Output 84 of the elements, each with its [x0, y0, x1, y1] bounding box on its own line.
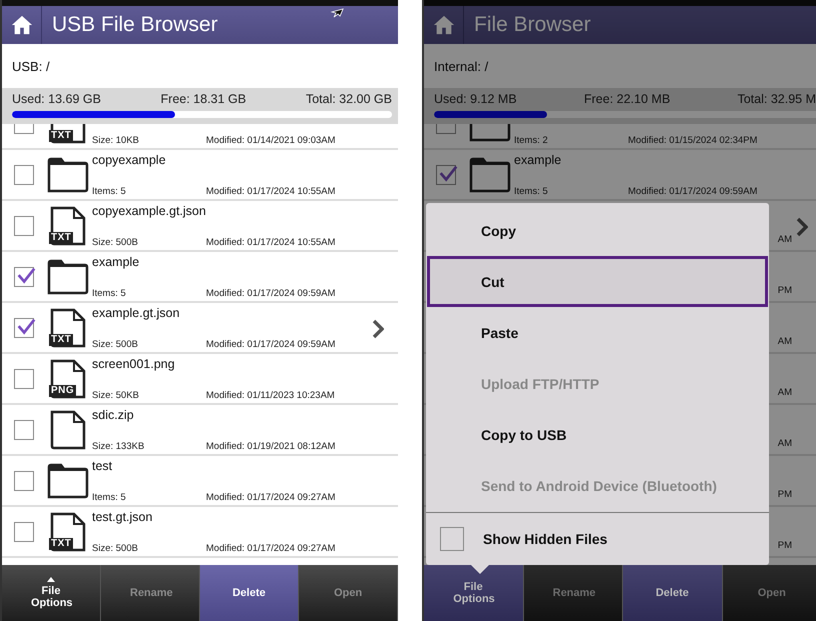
modified-text: AM — [778, 336, 792, 347]
chevron-icon[interactable] — [372, 319, 384, 339]
checkbox[interactable] — [14, 216, 34, 236]
path-label: USB: / — [12, 58, 50, 74]
modified-text: PM — [778, 540, 792, 551]
modified-text: Modified: 01/17/2024 10:55AM — [206, 186, 336, 196]
path-label: Internal: / — [434, 58, 488, 74]
file-detail: Items: 5 — [92, 492, 127, 502]
action-button[interactable]: Delete — [200, 565, 299, 621]
modified-text: PM — [778, 489, 792, 500]
modified-text: Modified: 01/17/2024 09:27AM — [206, 492, 336, 502]
total-label: Total: 32.95 M — [737, 92, 816, 106]
file-row[interactable]: test Items: 5 Modified: 01/17/2024 09:27AM — [2, 456, 398, 507]
modified-text: PM — [778, 285, 792, 296]
file-detail: Size: 50KB — [92, 390, 140, 400]
file-name: example — [92, 254, 140, 270]
modified-text: Modified: 01/17/2024 09:59AM — [206, 338, 336, 350]
file-name: screen001.png — [92, 356, 176, 372]
window-title: USB File Browser — [52, 13, 218, 37]
caret-icon — [47, 577, 55, 582]
file-detail: Items: 5 — [92, 288, 127, 298]
file-row[interactable]: example Items: 5 Modified: 01/17/2024 09:59AM — [2, 252, 398, 303]
checkbox[interactable] — [14, 318, 34, 338]
file-name: test — [92, 458, 114, 474]
modified-text: AM — [778, 387, 792, 398]
checkbox[interactable] — [14, 164, 34, 184]
checkbox[interactable] — [14, 470, 34, 490]
menu-item[interactable]: Copy — [427, 205, 768, 256]
file-name: example.gt.json — [92, 306, 181, 320]
total-label: Total: 32.00 GB — [306, 92, 392, 106]
file-detail: Size: 500B — [92, 542, 139, 554]
chevron-icon[interactable] — [796, 217, 808, 237]
action-button[interactable]: File Options — [2, 565, 101, 621]
file-row[interactable]: sdic.zip Size: 133KB Modified: 01/19/2021 08:12AM — [2, 405, 398, 456]
file-name: copyexample.gt.json — [92, 204, 207, 218]
checkbox[interactable] — [436, 164, 456, 184]
file-row[interactable]: TXT Size: 10KB Modified: 01/14/2021 09:03AM — [2, 124, 398, 150]
file-name: example — [514, 152, 562, 168]
free-label: Free: 22.10 MB — [584, 92, 670, 106]
modified-text: Modified: 01/17/2024 09:59AM — [628, 186, 758, 196]
checkbox[interactable] — [440, 527, 464, 551]
menu-item[interactable]: Paste — [427, 307, 768, 358]
used-label: Used: 13.69 GB — [12, 92, 101, 106]
file-detail: Size: 10KB — [92, 134, 140, 146]
checkbox[interactable] — [14, 522, 34, 542]
modified-text: Modified: 01/17/2024 09:59AM — [206, 288, 336, 298]
file-row[interactable]: PNG screen001.png Size: 50KB Modified: 01/11/2023 10:23AM — [2, 354, 398, 405]
file-detail: Items: 2 — [514, 134, 549, 146]
file-row[interactable]: TXT copyexample.gt.json Size: 500B Modified: 01/17/2024 10:55AM — [2, 201, 398, 252]
file-row[interactable]: copyexample Items: 5 Modified: 01/17/2024 10:55AM — [2, 150, 398, 201]
home-icon — [432, 14, 456, 36]
checkbox[interactable] — [14, 368, 34, 388]
file-detail: Size: 500B — [92, 338, 139, 350]
file-name: copyexample — [92, 152, 167, 168]
window-title: File Browser — [474, 13, 591, 37]
used-label: Used: 9.12 MB — [434, 92, 517, 106]
file-row[interactable]: TXT test.gt.json Size: 500B Modified: 01/17/2024 09:27AM — [2, 507, 398, 558]
file-detail: Size: 133KB — [92, 440, 146, 452]
menu-item[interactable]: Cut — [427, 256, 768, 307]
modified-text: Modified: 01/17/2024 10:55AM — [206, 236, 336, 248]
modified-text: Modified: 01/19/2021 08:12AM — [206, 440, 336, 452]
file-row[interactable]: Items: 2 Modified: 01/15/2024 02:34PM — [424, 124, 816, 150]
modified-text: Modified: 01/11/2023 10:23AM — [206, 390, 335, 400]
checkbox-label: Show Hidden Files — [483, 531, 608, 547]
modified-text: AM — [778, 234, 792, 245]
modified-text: Modified: 01/17/2024 09:27AM — [206, 542, 336, 554]
action-button[interactable]: File Options — [424, 565, 524, 621]
file-row[interactable]: TXT example.gt.json Size: 500B Modified: 01/17/2024 09:59AM — [2, 303, 398, 354]
free-label: Free: 18.31 GB — [160, 92, 246, 106]
checkbox[interactable] — [14, 266, 34, 286]
file-row[interactable]: example Items: 5 Modified: 01/17/2024 09:59AM — [424, 150, 816, 201]
file-name: test.gt.json — [92, 510, 154, 524]
modified-text: Modified: 01/14/2021 09:03AM — [206, 134, 336, 146]
action-button[interactable]: Delete — [623, 565, 722, 621]
file-name: sdic.zip — [92, 408, 135, 422]
cursor-icon — [330, 8, 344, 18]
modified-text: AM — [778, 438, 792, 449]
modified-text: Modified: 01/15/2024 02:34PM — [628, 134, 758, 146]
file-detail: Items: 5 — [514, 186, 549, 196]
home-icon — [10, 14, 34, 36]
file-detail: Items: 5 — [92, 186, 127, 196]
file-detail: Size: 500B — [92, 236, 139, 248]
checkbox[interactable] — [14, 420, 34, 440]
menu-item[interactable]: Copy to USB — [427, 409, 768, 460]
